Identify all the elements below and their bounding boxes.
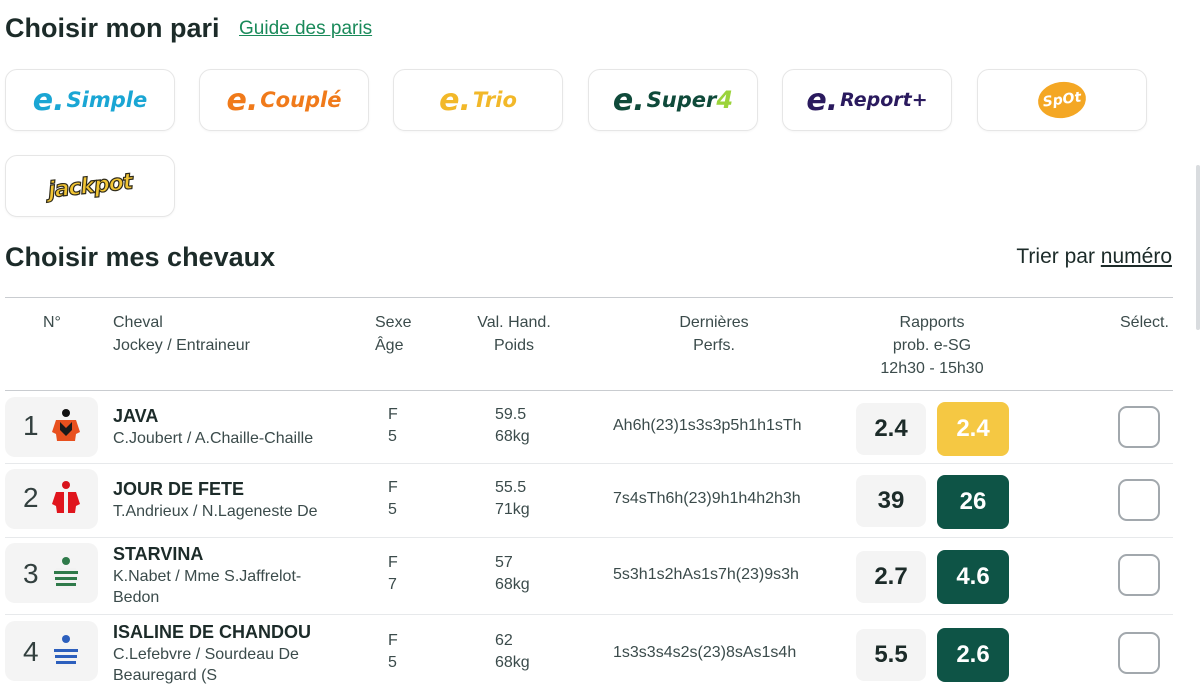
row-divider [5,614,1173,615]
jersey-icon [52,635,80,667]
bet-label: Trio [472,88,517,112]
col-horse-l2: Jockey / Entraineur [113,337,250,354]
col-hand-l2: Poids [493,337,535,354]
bet-spot-button[interactable]: SpOt [977,69,1147,131]
horse-name: JAVA [113,406,159,426]
bet-super4-button[interactable]: e. Super 4 [588,69,758,131]
odds-1230: 39 [856,475,926,527]
horse-age: 7 [388,576,397,593]
horse-perfs: 7s4sTh6h(23)9h1h4h2h3h [613,490,801,507]
horse-sex: F [388,479,398,496]
col-perf-header: Dernières Perfs. [664,311,764,357]
odds-1530: 26 [937,475,1009,529]
horse-name: JOUR DE FETE [113,479,245,499]
sort-label: Trier par [1016,245,1095,268]
odds-1530: 2.4 [937,402,1009,456]
col-rap-l2: prob. e-SG [892,337,972,354]
jockey-trainer: C.Joubert / A.Chaille-Chaille [113,430,314,447]
jockey-trainer: T.Andrieux / N.Lageneste De [113,503,318,520]
bet-report-plus-button[interactable]: e. Report+ [782,69,952,131]
bet-prefix: e. [32,82,65,118]
horse-handicap: 59.5 [495,406,527,423]
horse-name: STARVINA [113,544,204,564]
horse-perfs: Ah6h(23)1s3s3p5h1h1sTh [613,417,802,434]
horse-weight: 71kg [495,501,530,518]
horse-age: 5 [388,501,397,518]
row-divider [5,537,1173,538]
bet-suffix: 4 [716,86,734,114]
odds-1530: 2.6 [937,628,1009,682]
horse-sex: F [388,632,398,649]
select-checkbox[interactable] [1118,632,1160,674]
horse-handicap: 57 [495,554,513,571]
col-num-header: N° [43,314,61,331]
jersey-icon [52,481,80,513]
bet-label: Simple [66,88,148,112]
sort-control: Trier par numéro [1016,245,1172,269]
bet-prefix: e. [806,82,839,118]
horse-perfs: 5s3h1s2hAs1s7h(23)9s3h [613,566,799,583]
col-hand-l1: Val. Hand. [477,314,551,331]
col-perf-l1: Dernières [679,314,749,331]
row-divider [5,463,1173,464]
horse-handicap: 62 [495,632,513,649]
horse-weight: 68kg [495,654,530,671]
horse-name: ISALINE DE CHANDOU [113,622,312,642]
horse-number: 2 [23,482,39,513]
horse-age: 5 [388,428,397,445]
bet-couple-button[interactable]: e. Couplé [199,69,369,131]
bet-simple-button[interactable]: e. Simple [5,69,175,131]
horse-number: 4 [23,636,39,667]
horse-number: 3 [23,558,39,589]
jersey-icon [52,557,80,589]
guide-link[interactable]: Guide des paris [239,18,372,40]
col-rap-l3: 12h30 - 15h30 [880,360,984,377]
scrollbar[interactable] [1196,165,1200,330]
col-hand-header: Val. Hand. Poids [464,311,564,357]
bet-jackpot-button[interactable]: jackpot [5,155,175,217]
horse-sex: F [388,554,398,571]
horse-handicap: 55.5 [495,479,527,496]
col-sex-header: Sexe Âge [375,311,411,357]
odds-1530: 4.6 [937,550,1009,604]
bet-label: Couplé [260,88,342,112]
table-header-divider [5,390,1173,391]
col-sex-l1: Sexe [375,314,412,331]
odds-1230: 2.7 [856,551,926,603]
jockey-trainer: K.Nabet / Mme S.Jaffrelot-Bedon [113,568,302,606]
col-rapports-header: Rapports prob. e-SG 12h30 - 15h30 [862,311,1002,380]
section-title-horses: Choisir mes chevaux [5,242,276,272]
select-checkbox[interactable] [1118,479,1160,521]
col-rap-l1: Rapports [899,314,965,331]
bet-prefix: e. [612,82,645,118]
bet-label: Super [646,88,717,112]
select-checkbox[interactable] [1118,554,1160,596]
select-checkbox[interactable] [1118,406,1160,448]
horse-age: 5 [388,654,397,671]
jockey-trainer: C.Lefebvre / Sourdeau De Beauregard (S [113,646,299,684]
bet-label: Report+ [840,89,928,111]
jersey-icon [52,409,80,441]
bet-prefix: e. [226,82,259,118]
jackpot-logo: jackpot [46,169,134,204]
spot-logo: SpOt [1035,78,1089,122]
horse-perfs: 1s3s3s4s2s(23)8sAs1s4h [613,644,797,661]
section-title-bet: Choisir mon pari [5,13,220,43]
bet-prefix: e. [439,82,471,118]
horse-sex: F [388,406,398,423]
sort-link[interactable]: numéro [1101,245,1172,268]
odds-1230: 5.5 [856,629,926,681]
col-horse-l1: Cheval [113,314,163,331]
horse-weight: 68kg [495,576,530,593]
col-select-header: Sélect. [1120,314,1169,331]
col-horse-header: Cheval Jockey / Entraineur [113,311,250,357]
odds-1230: 2.4 [856,403,926,455]
col-sex-l2: Âge [375,337,404,354]
horse-weight: 68kg [495,428,530,445]
col-perf-l2: Perfs. [693,337,735,354]
horse-number: 1 [23,410,39,441]
bet-trio-button[interactable]: e. Trio [393,69,563,131]
table-top-divider [5,297,1173,298]
